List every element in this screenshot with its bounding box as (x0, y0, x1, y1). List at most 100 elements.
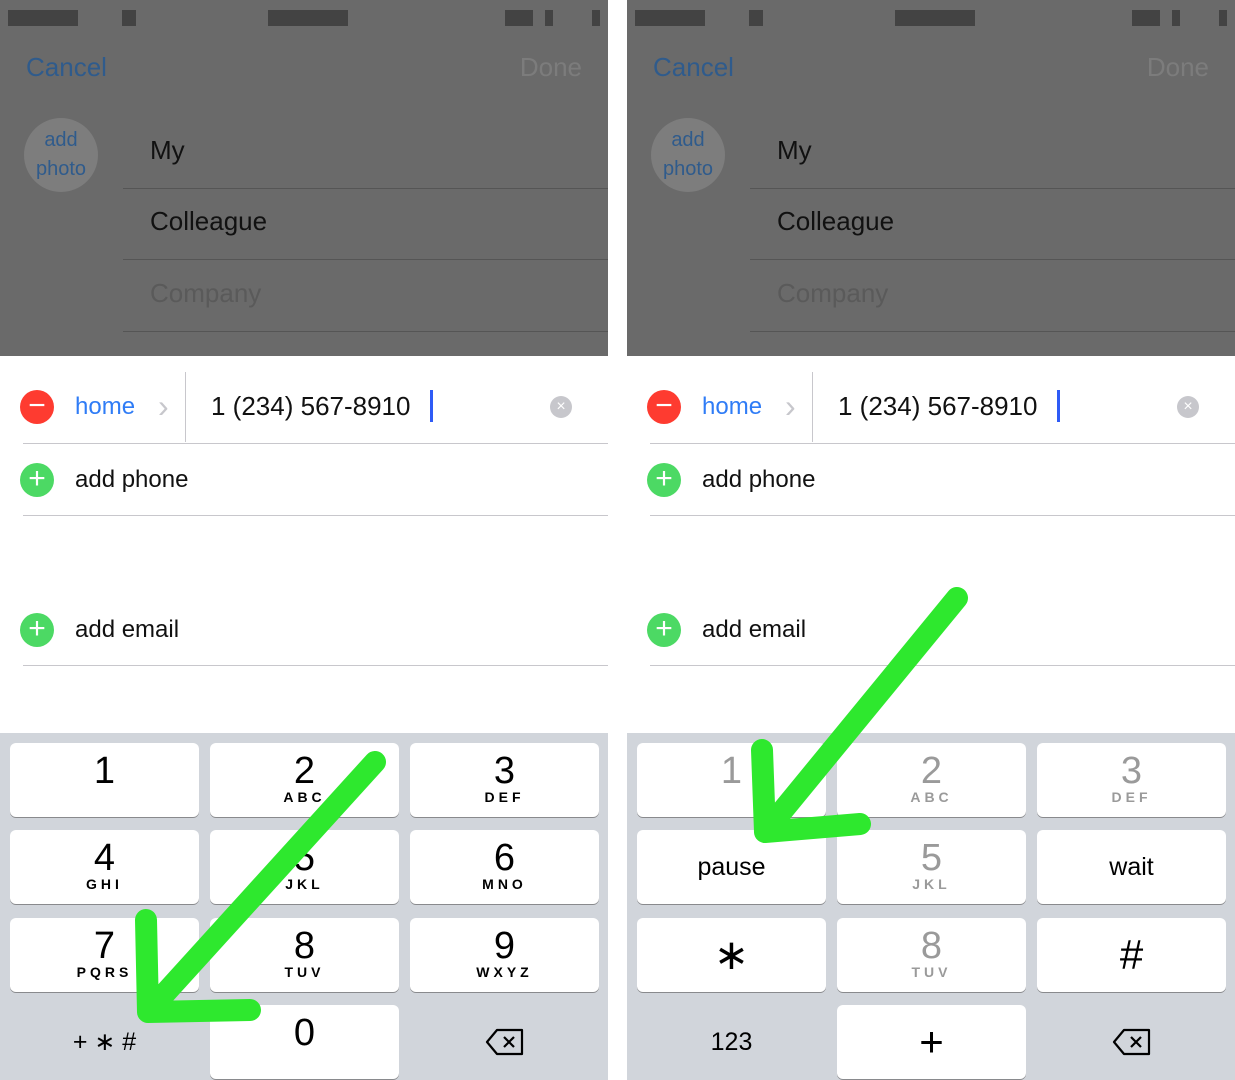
keypad-key[interactable]: 2 ABC (210, 743, 399, 817)
keypad-key[interactable]: 6 MNO (410, 830, 599, 904)
row-divider (23, 515, 608, 516)
row-divider (650, 515, 1235, 516)
key-label: # (1119, 931, 1144, 978)
keypad-key[interactable]: 0 (210, 1005, 399, 1079)
phone-label-selector[interactable]: home (75, 393, 135, 421)
status-bar-blurred (1219, 10, 1227, 26)
add-phone-label[interactable]: add phone (75, 466, 188, 494)
add-photo-button[interactable]: add photo (24, 118, 98, 192)
clear-text-icon[interactable]: × (550, 396, 572, 418)
field-divider (750, 188, 1235, 189)
row-divider (650, 665, 1235, 666)
dimmed-header-area: Cancel Done add photo My Colleague Company (0, 0, 608, 356)
add-photo-button[interactable]: add photo (651, 118, 725, 192)
keypad-key[interactable]: 8 TUV (837, 918, 1026, 992)
status-bar-blurred (749, 10, 763, 26)
done-button[interactable]: Done (1147, 52, 1209, 83)
contact-field[interactable]: Colleague (150, 206, 267, 237)
key-label: pause (697, 853, 766, 881)
keypad-key[interactable]: 3 DEF (410, 743, 599, 817)
cancel-button[interactable]: Cancel (653, 52, 734, 83)
key-digit: 6 (493, 837, 516, 879)
key-label: + (919, 1018, 944, 1065)
keypad-key[interactable]: 1 (10, 743, 199, 817)
contact-field[interactable]: Company (150, 278, 261, 309)
key-digit: 1 (93, 750, 116, 792)
keypad-key[interactable]: 5 JKL (210, 830, 399, 904)
key-letters: JKL (912, 876, 951, 892)
keypad-key[interactable]: 2 ABC (837, 743, 1026, 817)
clear-text-icon[interactable]: × (1177, 396, 1199, 418)
key-digit: 4 (93, 837, 116, 879)
status-bar-blurred (122, 10, 136, 26)
key-digit: 8 (920, 925, 943, 967)
key-digit: 2 (293, 750, 316, 792)
remove-phone-button[interactable]: − (20, 390, 54, 424)
text-cursor (1057, 390, 1060, 422)
key-digit: 8 (293, 925, 316, 967)
key-digit: 0 (293, 1012, 316, 1054)
keypad-key[interactable] (1037, 1005, 1226, 1079)
keypad-key[interactable]: 5 JKL (837, 830, 1026, 904)
keypad-key[interactable] (410, 1005, 599, 1079)
key-letters: ABC (910, 789, 953, 805)
cancel-button[interactable]: Cancel (26, 52, 107, 83)
remove-phone-button[interactable]: − (647, 390, 681, 424)
field-divider (123, 331, 608, 332)
key-letters: TUV (284, 964, 325, 980)
keypad-key[interactable]: pause (637, 830, 826, 904)
keypad-key[interactable]: 4 GHI (10, 830, 199, 904)
add-email-button[interactable]: + (20, 613, 54, 647)
phone-label-selector[interactable]: home (702, 393, 762, 421)
phone-keypad: 1 2 ABC 3 DEF pause 5 JKL wait ∗ 8 TUV #123 + (627, 733, 1235, 1080)
add-email-label[interactable]: add email (75, 616, 179, 644)
done-button[interactable]: Done (520, 52, 582, 83)
add-email-button[interactable]: + (647, 613, 681, 647)
status-bar-blurred (1172, 10, 1180, 26)
status-bar-blurred (268, 10, 348, 26)
key-letters: TUV (911, 964, 952, 980)
contact-editor-screen: Cancel Done add photo My Colleague Company − ho… (0, 0, 608, 1080)
keypad-key[interactable]: # (1037, 918, 1226, 992)
contact-editor-screen: Cancel Done add photo My Colleague Company − ho… (627, 0, 1235, 1080)
keypad-key[interactable]: wait (1037, 830, 1226, 904)
contact-field[interactable]: Company (777, 278, 888, 309)
keypad-key[interactable]: 9 WXYZ (410, 918, 599, 992)
add-phone-button[interactable]: + (20, 463, 54, 497)
field-divider (750, 331, 1235, 332)
contact-field[interactable]: Colleague (777, 206, 894, 237)
backspace-icon (485, 1028, 523, 1056)
keypad-key[interactable]: + (837, 1005, 1026, 1079)
keypad-key[interactable]: 123 (637, 1005, 826, 1079)
status-bar-blurred (895, 10, 975, 26)
keypad-key[interactable]: 1 (637, 743, 826, 817)
add-email-label[interactable]: add email (702, 616, 806, 644)
keypad-key[interactable]: + ∗ # (10, 1005, 199, 1079)
contact-field[interactable]: My (150, 135, 185, 166)
keypad-key[interactable]: 3 DEF (1037, 743, 1226, 817)
phone-number-input[interactable]: 1 (234) 567-8910 (838, 391, 1037, 422)
key-letters: DEF (484, 789, 525, 805)
phone-number-input[interactable]: 1 (234) 567-8910 (211, 391, 410, 422)
contact-field[interactable]: My (777, 135, 812, 166)
phone-keypad: 1 2 ABC 3 DEF 4 GHI 5 JKL 6 MNO 7 PQRS 8 TUV 9 WXYZ + ∗ #… (0, 733, 608, 1080)
key-label: 123 (710, 1028, 753, 1056)
backspace-icon (1112, 1028, 1150, 1056)
vertical-divider (185, 372, 186, 442)
key-letters: ABC (283, 789, 326, 805)
keypad-key[interactable]: ∗ (637, 918, 826, 992)
key-digit: 2 (920, 750, 943, 792)
key-label: wait (1109, 853, 1154, 881)
text-cursor (430, 390, 433, 422)
add-phone-label[interactable]: add phone (702, 466, 815, 494)
status-bar-blurred (635, 10, 705, 26)
field-divider (123, 188, 608, 189)
keypad-key[interactable]: 7 PQRS (10, 918, 199, 992)
key-letters: JKL (285, 876, 324, 892)
add-phone-button[interactable]: + (647, 463, 681, 497)
row-divider (650, 443, 1235, 444)
status-bar-blurred (8, 10, 78, 26)
key-label: + ∗ # (72, 1028, 137, 1056)
field-divider (750, 259, 1235, 260)
keypad-key[interactable]: 8 TUV (210, 918, 399, 992)
